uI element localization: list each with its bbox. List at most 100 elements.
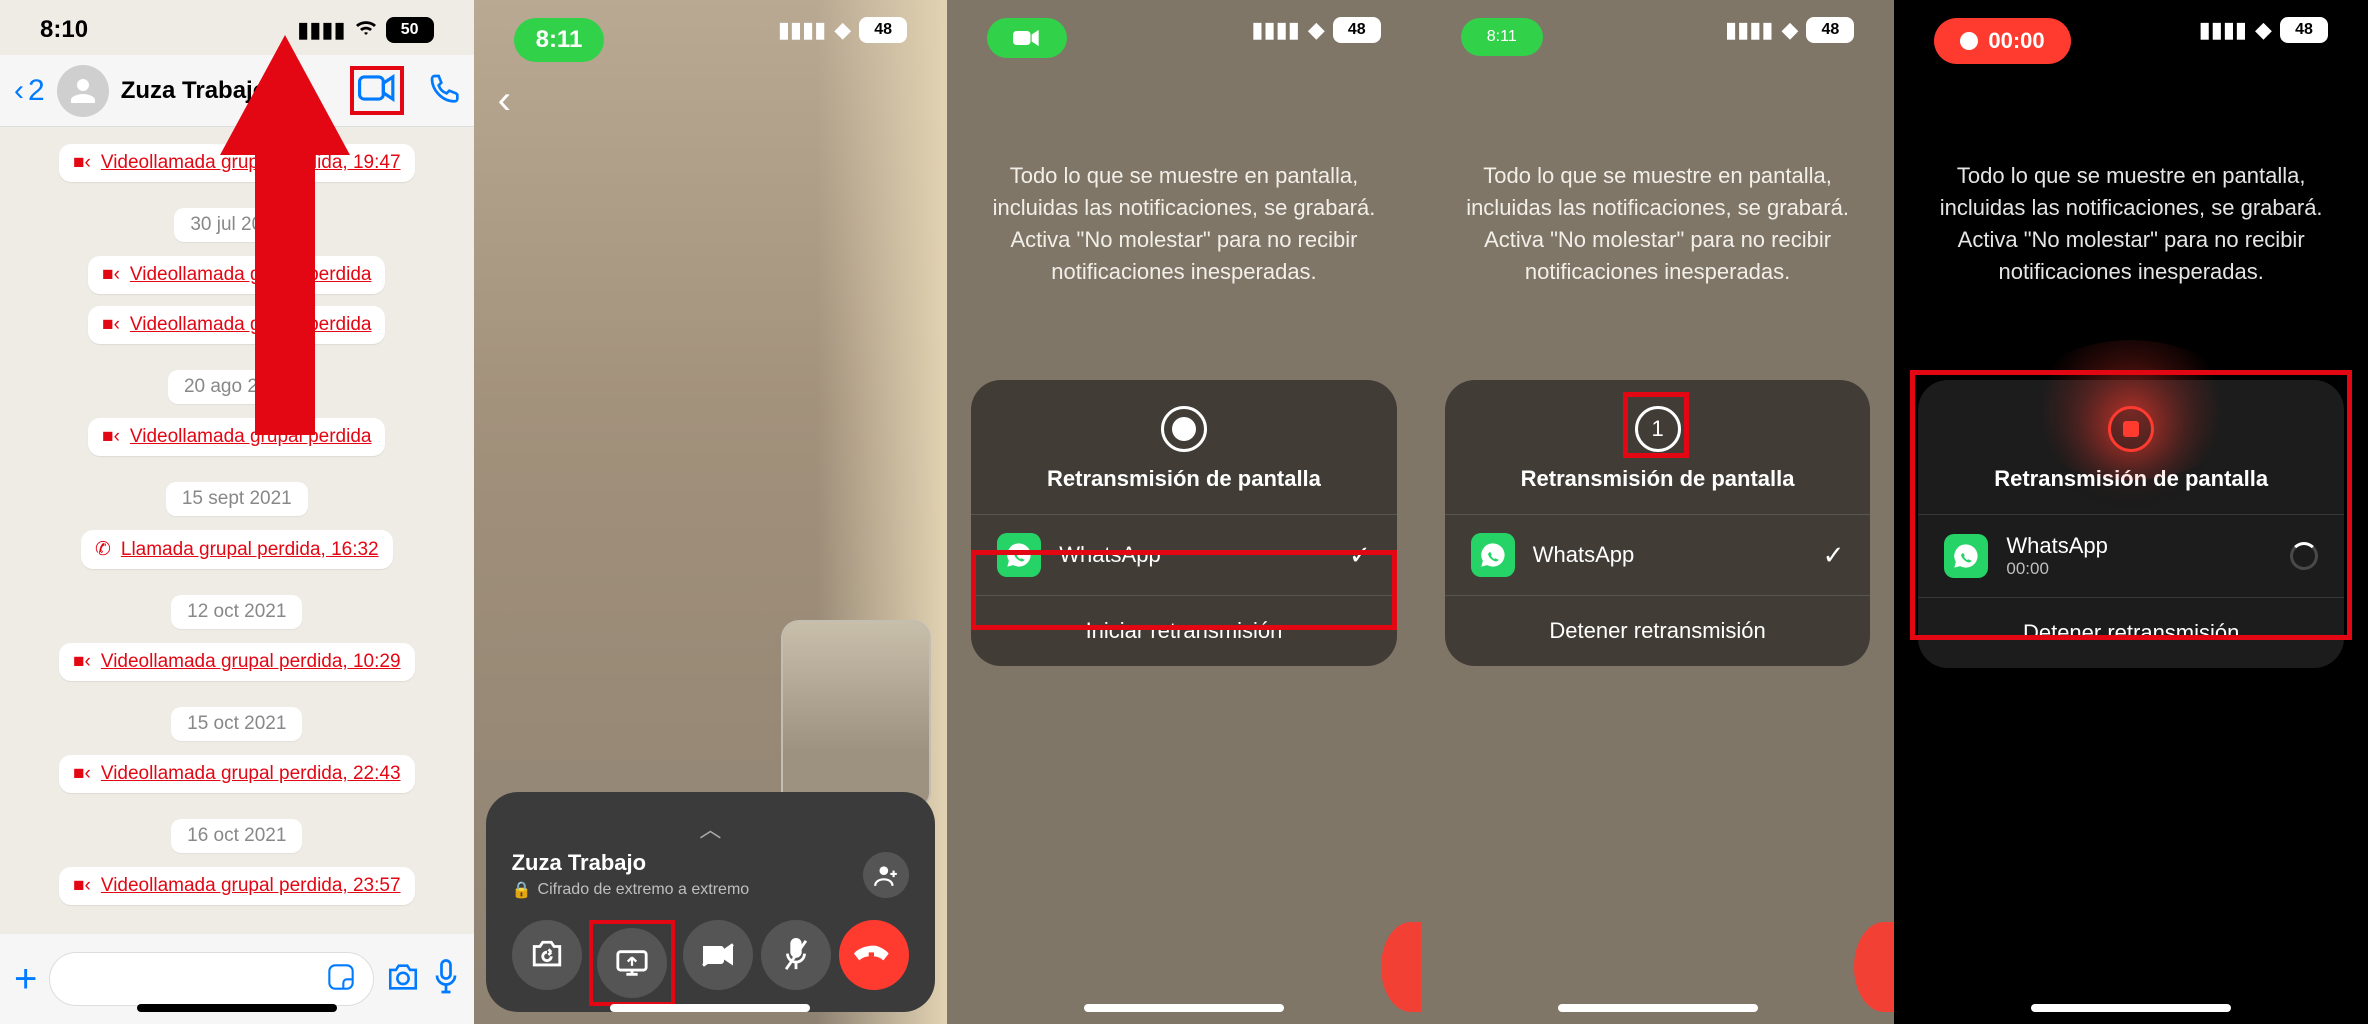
whatsapp-icon — [1471, 533, 1515, 577]
status-indicators: ▮▮▮▮ ◆ 48 — [2199, 17, 2328, 43]
date-separator: 12 oct 2021 — [171, 595, 302, 629]
video-icon: ■‹ — [73, 651, 91, 673]
start-broadcast-button[interactable]: Iniciar retransmisión — [971, 595, 1397, 666]
avatar[interactable] — [57, 65, 109, 117]
phone-1-whatsapp-chat: 8:10 ▮▮▮▮ 50 ‹ 2 Zuza Trabajo ■‹Videolla… — [0, 0, 474, 1024]
chat-header: ‹ 2 Zuza Trabajo — [0, 55, 474, 127]
chevron-left-icon: ‹ — [14, 74, 24, 108]
record-icon — [1161, 406, 1207, 452]
app-row-whatsapp[interactable]: WhatsApp 00:00 — [1918, 514, 2344, 597]
message-input[interactable] — [49, 952, 373, 1006]
video-icon: ■‹ — [73, 875, 91, 897]
call-buttons — [512, 920, 910, 1006]
signal-icon: ▮▮▮▮ — [778, 17, 826, 43]
clock: 8:10 — [40, 16, 88, 44]
lock-icon: 🔒 — [512, 880, 532, 900]
video-icon: ■‹ — [73, 152, 91, 174]
battery-badge: 48 — [859, 17, 907, 43]
status-indicators: ▮▮▮▮ 50 — [297, 17, 433, 43]
signal-icon: ▮▮▮▮ — [1251, 17, 1299, 43]
home-indicator[interactable] — [1084, 1004, 1284, 1012]
annotation-box-videocall — [350, 66, 404, 115]
whatsapp-icon — [1944, 534, 1988, 578]
self-video-thumbnail[interactable] — [781, 620, 931, 810]
video-icon: ■‹ — [102, 426, 120, 448]
chevron-up-icon[interactable]: ︿ — [699, 812, 721, 844]
chat-body[interactable]: ■‹Videollamada grupal perdida, 19:47 30 … — [0, 128, 474, 934]
broadcast-sheet: 1 Retransmisión de pantalla WhatsApp ✓ D… — [1445, 380, 1871, 666]
battery-badge: 48 — [2280, 17, 2328, 43]
back-button[interactable]: ‹ — [498, 78, 511, 123]
wifi-icon: ◆ — [1308, 17, 1325, 43]
broadcast-sheet: Retransmisión de pantalla WhatsApp ✓ Ini… — [971, 380, 1397, 666]
phone-4-broadcast-countdown: ▮▮▮▮◆ 48 8:11 Todo lo que se muestre en … — [1421, 0, 1895, 1024]
app-row-whatsapp[interactable]: WhatsApp ✓ — [1445, 514, 1871, 595]
missed-video-call-bubble[interactable]: ■‹Videollamada grupal perdida — [88, 256, 385, 294]
voice-call-button[interactable] — [428, 72, 460, 109]
add-participant-button[interactable] — [863, 852, 909, 898]
missed-video-call-bubble[interactable]: ■‹Videollamada grupal perdida — [88, 306, 385, 344]
toggle-mic-button[interactable] — [761, 920, 831, 990]
signal-icon: ▮▮▮▮ — [2199, 17, 2247, 43]
status-bar: ▮▮▮▮ ◆ 48 — [1894, 0, 2368, 60]
wifi-icon — [354, 17, 378, 43]
phone-2-video-call: ▮▮▮▮ ◆ 48 8:11 ‹ ︿ Zuza Trabajo 🔒Cifrado… — [474, 0, 948, 1024]
battery-badge: 50 — [386, 17, 434, 43]
back-button[interactable]: ‹ 2 — [14, 74, 45, 108]
screen-share-button[interactable] — [597, 928, 667, 998]
wifi-icon: ◆ — [1781, 17, 1798, 43]
missed-video-call-bubble[interactable]: ■‹Videollamada grupal perdida — [88, 418, 385, 456]
status-bar: 8:10 ▮▮▮▮ 50 — [0, 0, 474, 60]
missed-video-call-bubble[interactable]: ■‹Videollamada grupal perdida, 19:47 — [59, 144, 414, 182]
flip-camera-button[interactable] — [512, 920, 582, 990]
home-indicator[interactable] — [1558, 1004, 1758, 1012]
end-call-button[interactable] — [839, 920, 909, 990]
contact-name[interactable]: Zuza Trabajo — [121, 77, 350, 105]
stop-broadcast-button[interactable]: Detener retransmisión — [1918, 597, 2344, 668]
end-call-partial[interactable] — [1854, 922, 1894, 1012]
date-separator: 30 jul 2021 — [174, 208, 299, 242]
signal-icon: ▮▮▮▮ — [297, 17, 345, 43]
missed-video-call-bubble[interactable]: ■‹Videollamada grupal perdida, 23:57 — [59, 867, 414, 905]
battery-badge: 48 — [1333, 17, 1381, 43]
check-icon: ✓ — [1823, 540, 1845, 571]
app-name: WhatsApp — [1533, 542, 1823, 568]
date-separator: 15 sept 2021 — [166, 482, 308, 516]
mic-button[interactable] — [432, 959, 460, 1000]
app-name: WhatsApp — [2006, 533, 2290, 559]
broadcast-warning: Todo lo que se muestre en pantalla, incl… — [1461, 160, 1855, 288]
date-separator: 15 oct 2021 — [171, 707, 302, 741]
call-info: Zuza Trabajo 🔒Cifrado de extremo a extre… — [512, 850, 910, 900]
countdown-icon: 1 — [1635, 406, 1681, 452]
broadcast-warning: Todo lo que se muestre en pantalla, incl… — [1934, 160, 2328, 288]
attach-button[interactable]: + — [14, 957, 37, 1002]
camera-button[interactable] — [386, 962, 420, 997]
toggle-camera-button[interactable] — [683, 920, 753, 990]
sheet-title: Retransmisión de pantalla — [1047, 466, 1321, 492]
sheet-title: Retransmisión de pantalla — [1521, 466, 1795, 492]
home-indicator[interactable] — [610, 1004, 810, 1012]
missed-audio-call-bubble[interactable]: ✆Llamada grupal perdida, 16:32 — [81, 530, 393, 569]
wifi-icon: ◆ — [2255, 17, 2272, 43]
wifi-icon: ◆ — [834, 17, 851, 43]
broadcast-sheet: Retransmisión de pantalla WhatsApp 00:00… — [1918, 380, 2344, 668]
phone-5-broadcast-live: ▮▮▮▮◆ 48 00:00 Todo lo que se muestre en… — [1894, 0, 2368, 1024]
app-name: WhatsApp — [1059, 542, 1349, 568]
phone-3-broadcast-start: ▮▮▮▮◆ 48 Todo lo que se muestre en panta… — [947, 0, 1421, 1024]
home-indicator[interactable] — [137, 1004, 337, 1012]
status-bar: ▮▮▮▮ ◆ 48 — [947, 0, 1421, 60]
missed-video-call-bubble[interactable]: ■‹Videollamada grupal perdida, 22:43 — [59, 755, 414, 793]
app-row-whatsapp[interactable]: WhatsApp ✓ — [971, 514, 1397, 595]
video-icon: ■‹ — [102, 264, 120, 286]
status-bar: ▮▮▮▮ ◆ 48 — [474, 0, 948, 60]
home-indicator[interactable] — [2031, 1004, 2231, 1012]
whatsapp-icon — [997, 533, 1041, 577]
stop-broadcast-button[interactable]: Detener retransmisión — [1445, 595, 1871, 666]
video-icon: ■‹ — [73, 763, 91, 785]
video-call-button[interactable] — [358, 89, 396, 106]
phone-icon: ✆ — [95, 538, 111, 561]
sticker-icon[interactable] — [327, 963, 355, 996]
missed-video-call-bubble[interactable]: ■‹Videollamada grupal perdida, 10:29 — [59, 643, 414, 681]
status-indicators: ▮▮▮▮◆ 48 — [1725, 17, 1854, 43]
end-call-partial[interactable] — [1381, 922, 1421, 1012]
